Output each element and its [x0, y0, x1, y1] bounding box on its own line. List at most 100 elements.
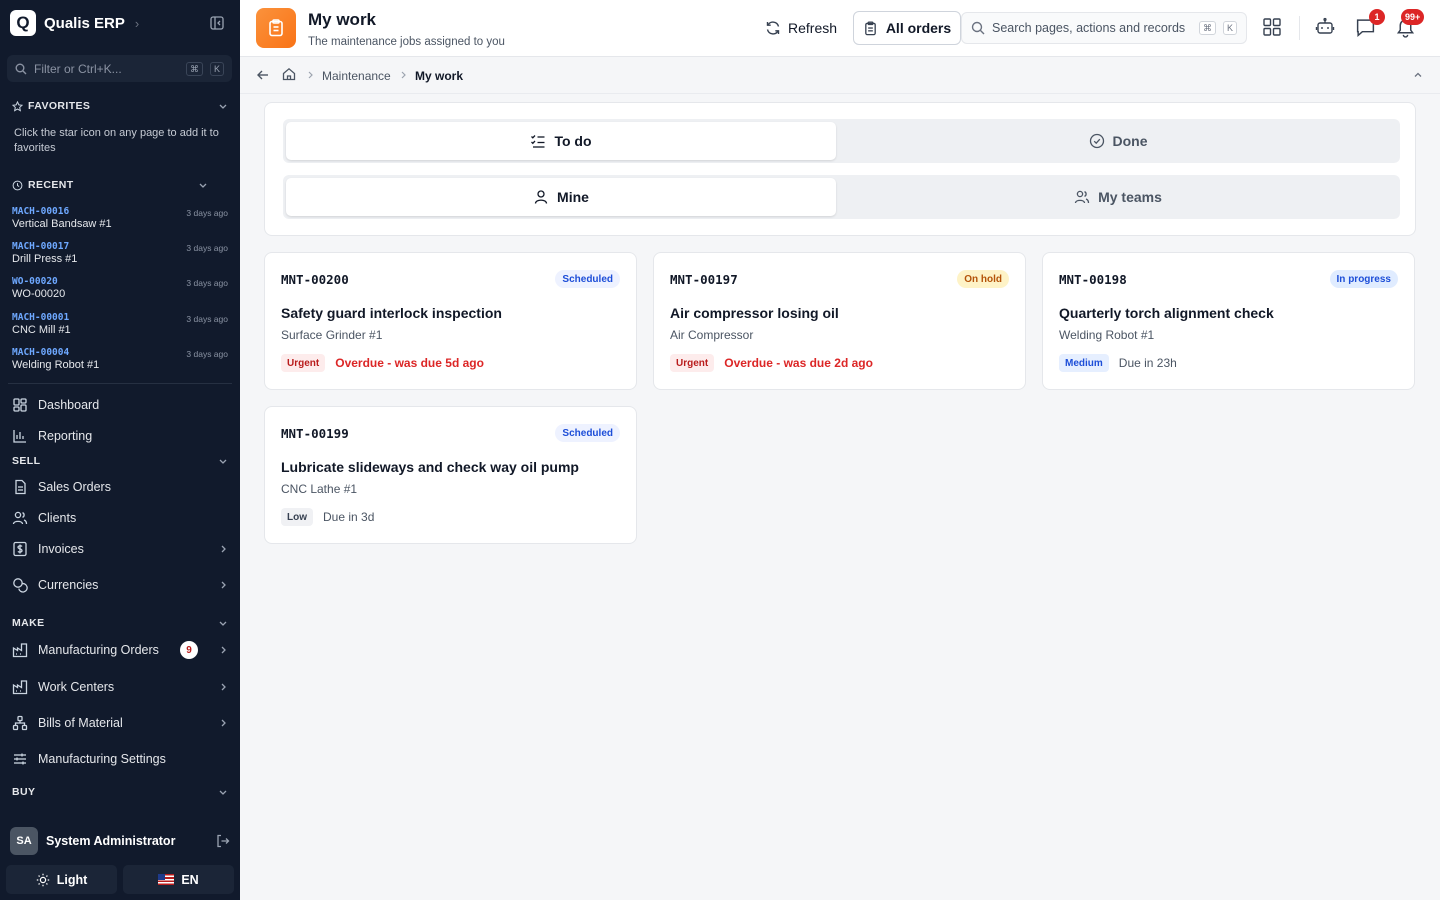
refresh-icon [765, 20, 781, 36]
refresh-label: Refresh [788, 20, 838, 36]
nav-bills-of-material[interactable]: Bills of Material [12, 711, 228, 735]
tab-mine[interactable]: Mine [286, 178, 836, 216]
job-asset: Air Compressor [670, 328, 754, 342]
job-asset: CNC Lathe #1 [281, 482, 358, 496]
due-text: Overdue - was due 2d ago [724, 356, 873, 370]
nav-invoices[interactable]: Invoices [12, 537, 228, 561]
page-subtitle: The maintenance jobs assigned to you [308, 36, 505, 48]
make-section-header[interactable]: MAKE [12, 616, 228, 630]
chevron-right-icon [218, 682, 228, 692]
recent-item[interactable]: MACH-00001 CNC Mill #1 3 days ago [12, 312, 228, 342]
make-title: MAKE [12, 617, 45, 629]
recent-item-time: 3 days ago [186, 314, 228, 324]
theme-toggle-button[interactable]: Light [6, 865, 117, 894]
chevron-up-icon[interactable] [1412, 69, 1424, 81]
chevron-right-icon [399, 71, 407, 79]
due-text: Due in 23h [1118, 356, 1177, 370]
job-card[interactable]: MNT-00197 On hold Air compressor losing … [653, 252, 1026, 390]
priority-badge: Medium [1059, 354, 1109, 372]
status-badge: In progress [1329, 270, 1398, 288]
user-icon [533, 189, 549, 205]
bot-icon[interactable] [1315, 17, 1337, 39]
page-title: My work [308, 10, 377, 29]
job-meta: Low Due in 3d [281, 508, 374, 526]
recent-item-name: Vertical Bandsaw #1 [12, 218, 112, 230]
favorites-hint: Click the star icon on any page to add i… [14, 127, 219, 154]
tab-label: My teams [1098, 189, 1162, 205]
nav-label: Dashboard [38, 398, 100, 412]
recent-item-name: Welding Robot #1 [12, 359, 100, 371]
recent-item[interactable]: MACH-00016 Vertical Bandsaw #1 3 days ag… [12, 206, 228, 236]
recent-item[interactable]: MACH-00004 Welding Robot #1 3 days ago [12, 347, 228, 377]
factory-icon [12, 679, 28, 695]
us-flag-icon [158, 874, 175, 885]
job-id: MNT-00198 [1059, 272, 1127, 287]
nav-label: Reporting [38, 429, 93, 443]
sidebar-filter-input[interactable]: Filter or Ctrl+K... ⌘ K [7, 55, 232, 82]
breadcrumb-maintenance[interactable]: Maintenance [322, 69, 391, 83]
nav-sales-orders[interactable]: Sales Orders [12, 475, 228, 499]
kbd-cmd: ⌘ [1198, 21, 1216, 35]
favorites-title: FAVORITES [28, 100, 91, 112]
back-arrow-icon[interactable] [256, 68, 270, 82]
breadcrumb: Maintenance My work [240, 57, 1440, 94]
tab-my-teams[interactable]: My teams [839, 178, 1397, 216]
brand-switcher[interactable]: Q Qualis ERP › [10, 10, 139, 36]
job-card[interactable]: MNT-00199 Scheduled Lubricate slideways … [264, 406, 637, 544]
language-button[interactable]: EN [123, 865, 234, 894]
nav-work-centers[interactable]: Work Centers [12, 675, 228, 699]
home-icon[interactable] [282, 67, 296, 81]
job-title: Quarterly torch alignment check [1059, 305, 1274, 321]
chevron-right-icon [218, 580, 228, 590]
job-id: MNT-00199 [281, 426, 349, 441]
tab-label: To do [554, 133, 592, 149]
user-menu[interactable]: SA System Administrator [10, 827, 230, 855]
notifications-badge: 99+ [1401, 9, 1425, 25]
chevron-right-icon: › [134, 15, 140, 31]
job-id: MNT-00200 [281, 272, 349, 287]
tab-to-do[interactable]: To do [286, 122, 836, 160]
recent-item[interactable]: MACH-00017 Drill Press #1 3 days ago [12, 241, 228, 271]
clipboard-icon [256, 8, 296, 48]
nav-reporting[interactable]: Reporting [12, 424, 228, 448]
nav-manufacturing-settings[interactable]: Manufacturing Settings [12, 747, 228, 771]
status-badge: On hold [957, 270, 1009, 288]
nav-currencies[interactable]: Currencies [12, 573, 228, 597]
coins-icon [12, 577, 28, 593]
all-orders-button[interactable]: All orders [853, 11, 961, 45]
theme-label: Light [56, 872, 88, 887]
job-title: Air compressor losing oil [670, 305, 839, 321]
nav-dashboard[interactable]: Dashboard [12, 393, 228, 417]
document-icon [12, 479, 28, 495]
chevron-down-icon [218, 101, 228, 111]
recent-item[interactable]: WO-00020 WO-00020 3 days ago [12, 276, 228, 306]
chevron-down-icon [218, 787, 228, 797]
recent-header[interactable]: RECENT [12, 178, 208, 192]
buy-section-header[interactable]: BUY [12, 785, 228, 799]
sidebar-footer: SA System Administrator Light EN [0, 818, 240, 900]
favorites-header[interactable]: FAVORITES [12, 99, 228, 113]
global-search-input[interactable]: Search pages, actions and records ⌘ K [961, 12, 1247, 44]
check-circle-icon [1089, 133, 1105, 149]
status-badge: Scheduled [555, 424, 620, 442]
nav-manufacturing-orders[interactable]: Manufacturing Orders 9 [12, 638, 228, 662]
job-card[interactable]: MNT-00200 Scheduled Safety guard interlo… [264, 252, 637, 390]
sell-section-header[interactable]: SELL [12, 454, 228, 468]
job-card[interactable]: MNT-00198 In progress Quarterly torch al… [1042, 252, 1415, 390]
priority-badge: Urgent [670, 354, 715, 372]
recent-item-name: Drill Press #1 [12, 253, 78, 265]
top-header: My work The maintenance jobs assigned to… [240, 0, 1440, 57]
breadcrumb-current: My work [415, 69, 464, 83]
job-id: MNT-00197 [670, 272, 738, 287]
collapse-sidebar-icon[interactable] [210, 16, 224, 30]
apps-grid-icon[interactable] [1262, 17, 1284, 39]
status-badge: Scheduled [555, 270, 620, 288]
avatar: SA [10, 827, 38, 855]
users-icon [12, 510, 28, 526]
nav-clients[interactable]: Clients [12, 506, 228, 530]
nav-label: Work Centers [38, 680, 115, 694]
logout-icon[interactable] [216, 834, 230, 848]
divider [8, 383, 232, 384]
tab-done[interactable]: Done [839, 122, 1397, 160]
refresh-button[interactable]: Refresh [765, 17, 837, 39]
